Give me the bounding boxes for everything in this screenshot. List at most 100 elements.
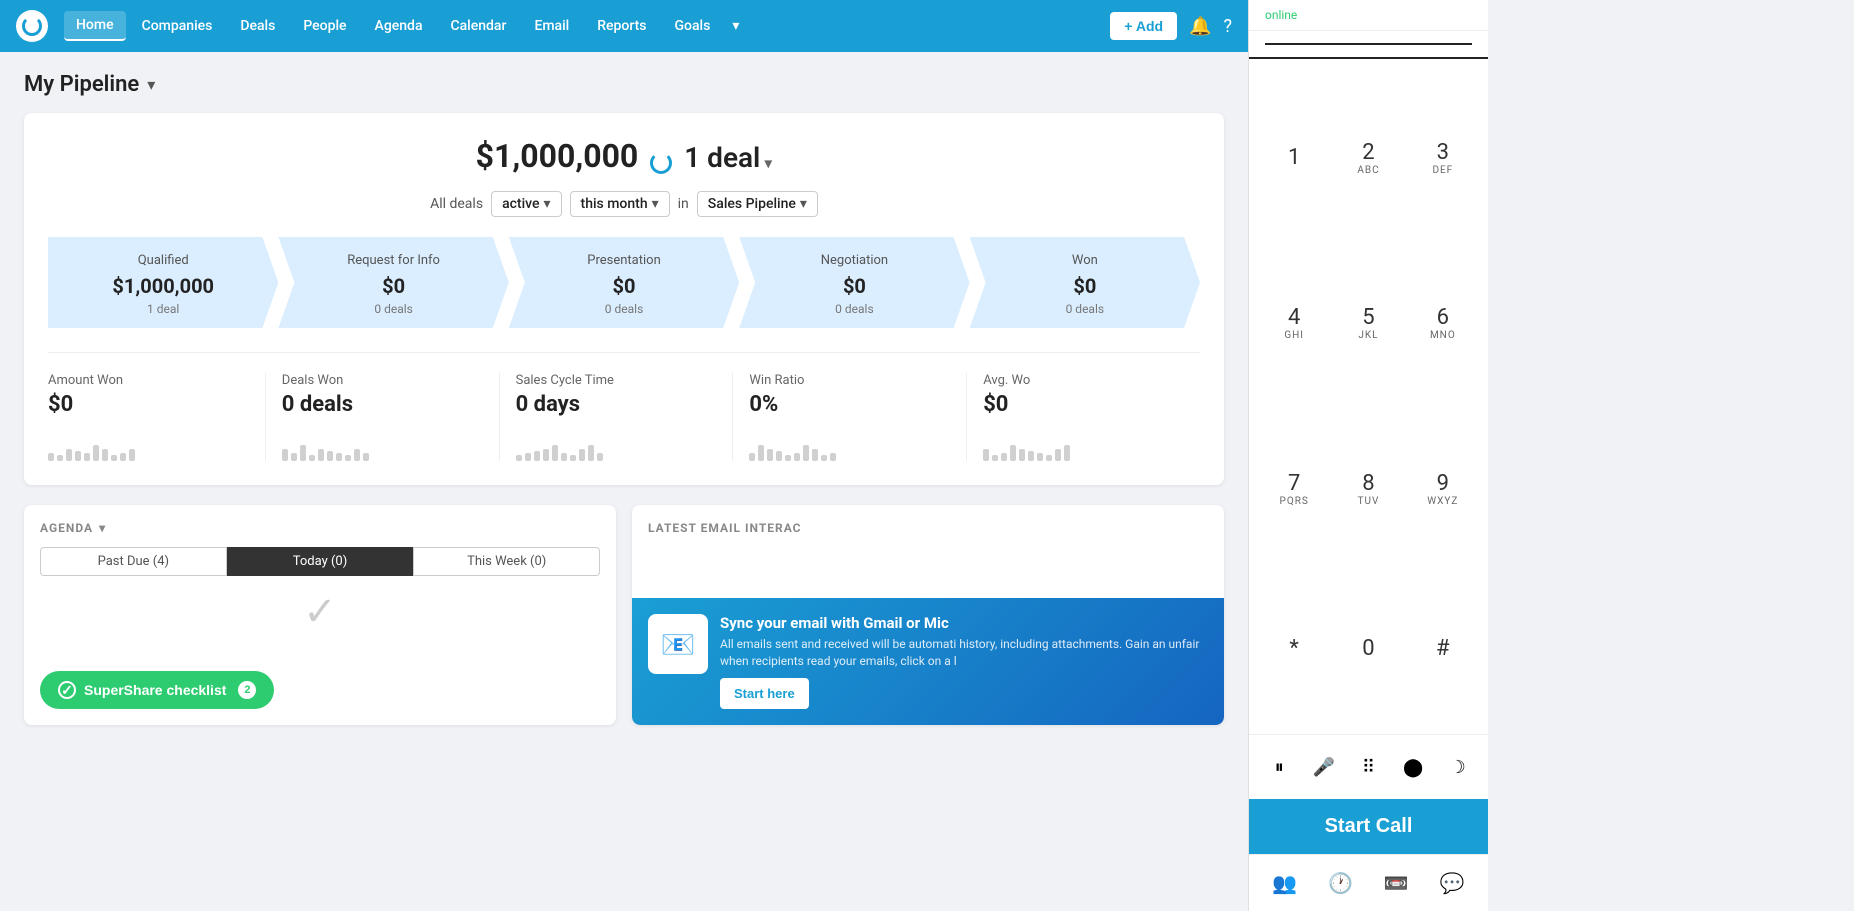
stage-negotiation[interactable]: Negotiation $0 0 deals	[739, 237, 969, 328]
keypad-button[interactable]: ⠿	[1348, 747, 1388, 787]
dial-key-5[interactable]: 5 JKL	[1331, 241, 1405, 407]
nav-agenda[interactable]: Agenda	[363, 12, 435, 40]
stage-amount: $0	[982, 274, 1188, 298]
stat-value: 0%	[749, 392, 950, 417]
email-card: LATEST EMAIL INTERAC 📧 Sync your email w…	[632, 505, 1224, 725]
stage-deals: 0 deals	[290, 302, 496, 316]
stage-won[interactable]: Won $0 0 deals	[970, 237, 1200, 328]
agenda-tab-this-week[interactable]: This Week (0)	[413, 547, 600, 576]
chat-icon: 💬	[1440, 871, 1465, 895]
stat-amount-won: Amount Won $0	[48, 373, 266, 461]
supershare-checklist-button[interactable]: ✓ SuperShare checklist 2	[40, 671, 274, 709]
stage-amount: $0	[751, 274, 957, 298]
top-nav: Home Companies Deals People Agenda Calen…	[0, 0, 1248, 52]
email-start-here-button[interactable]: Start here	[720, 678, 809, 709]
nav-deals[interactable]: Deals	[228, 12, 287, 40]
agenda-tab-past-due[interactable]: Past Due (4)	[40, 547, 227, 576]
dial-key-7[interactable]: 7 PQRS	[1257, 406, 1331, 572]
stage-name: Request for Info	[290, 253, 496, 268]
stat-value: 0 days	[516, 392, 717, 417]
stat-deals-won: Deals Won 0 deals	[266, 373, 500, 461]
pipeline-title: My Pipeline	[24, 72, 139, 97]
loading-spinner	[650, 152, 672, 174]
stat-avg-wo: Avg. Wo $0	[967, 373, 1200, 461]
stage-amount: $0	[521, 274, 727, 298]
notification-icon[interactable]: 🔔	[1189, 16, 1211, 37]
phone-input-area	[1249, 31, 1488, 59]
stage-deals: 0 deals	[982, 302, 1188, 316]
stat-value: $0	[983, 392, 1184, 417]
dial-key-0[interactable]: 0	[1331, 572, 1405, 727]
pipeline-dropdown-icon[interactable]: ▾	[147, 75, 155, 94]
email-notif-title: Sync your email with Gmail or Mic	[720, 614, 1208, 632]
stat-label: Deals Won	[282, 373, 483, 388]
dial-key-4[interactable]: 4 GHI	[1257, 241, 1331, 407]
dial-key-9[interactable]: 9 WXYZ	[1406, 406, 1480, 572]
stat-label: Avg. Wo	[983, 373, 1184, 388]
nav-companies[interactable]: Companies	[130, 12, 225, 40]
stat-value: $0	[48, 392, 249, 417]
dial-key-3[interactable]: 3 DEF	[1406, 75, 1480, 241]
stat-label: Sales Cycle Time	[516, 373, 717, 388]
start-call-button[interactable]: Start Call	[1249, 799, 1488, 854]
email-notif-content: Sync your email with Gmail or Mic All em…	[720, 614, 1208, 709]
stage-deals: 0 deals	[521, 302, 727, 316]
pause-button[interactable]: ⏸	[1259, 747, 1299, 787]
moon-button[interactable]: ☽	[1438, 747, 1478, 787]
dial-key-hash[interactable]: #	[1406, 572, 1480, 727]
speaker-button[interactable]: ⬤	[1393, 747, 1433, 787]
nav-home[interactable]: Home	[64, 11, 126, 41]
phone-bottom-nav: 👥 🕐 📼 💬	[1249, 854, 1488, 911]
period-filter-dropdown[interactable]: this month ▾	[570, 191, 670, 217]
nav-goals[interactable]: Goals	[663, 12, 723, 40]
email-section-title: LATEST EMAIL INTERAC	[648, 521, 802, 535]
email-icon: 📧	[648, 614, 708, 674]
pipeline-card: $1,000,000 1 deal ▾ All deals active ▾ t…	[24, 113, 1224, 485]
filter-in-label: in	[678, 196, 689, 212]
contacts-nav-button[interactable]: 👥	[1264, 867, 1305, 899]
nav-reports[interactable]: Reports	[585, 12, 658, 40]
dial-grid: 1 2 ABC 3 DEF 4 GHI 5 JKL 6 MNO 7 PQRS 8	[1249, 67, 1488, 734]
stage-name: Qualified	[60, 253, 266, 268]
phone-panel: online 1 2 ABC 3 DEF 4 GHI 5 JKL 6 MNO 7	[1248, 0, 1488, 911]
stage-name: Won	[982, 253, 1188, 268]
dial-key-2[interactable]: 2 ABC	[1331, 75, 1405, 241]
dial-key-1[interactable]: 1	[1257, 75, 1331, 241]
email-notification-banner: 📧 Sync your email with Gmail or Mic All …	[632, 598, 1224, 725]
logo[interactable]	[16, 10, 48, 42]
voicemail-nav-button[interactable]: 📼	[1376, 867, 1417, 899]
pipeline-filter-dropdown[interactable]: Sales Pipeline ▾	[697, 191, 818, 217]
mute-button[interactable]: 🎤	[1304, 747, 1344, 787]
agenda-dropdown-icon[interactable]: ▾	[99, 521, 106, 535]
deal-amount: $1,000,000	[476, 137, 639, 175]
help-icon[interactable]: ?	[1223, 16, 1232, 37]
stage-request-info[interactable]: Request for Info $0 0 deals	[278, 237, 508, 328]
add-button[interactable]: + Add	[1110, 12, 1177, 40]
dial-key-6[interactable]: 6 MNO	[1406, 241, 1480, 407]
status-filter-dropdown[interactable]: active ▾	[491, 191, 561, 217]
stage-presentation[interactable]: Presentation $0 0 deals	[509, 237, 739, 328]
stat-label: Amount Won	[48, 373, 249, 388]
nav-more-icon[interactable]: ▾	[726, 12, 745, 40]
stage-qualified[interactable]: Qualified $1,000,000 1 deal	[48, 237, 278, 328]
dial-key-8[interactable]: 8 TUV	[1331, 406, 1405, 572]
nav-calendar[interactable]: Calendar	[439, 12, 519, 40]
email-notif-desc: All emails sent and received will be aut…	[720, 636, 1208, 670]
contacts-icon: 👥	[1272, 871, 1297, 895]
nav-people[interactable]: People	[291, 12, 358, 40]
filter-all-label: All deals	[430, 196, 483, 212]
phone-controls: ⏸ 🎤 ⠿ ⬤ ☽	[1249, 734, 1488, 799]
stat-label: Win Ratio	[749, 373, 950, 388]
voicemail-icon: 📼	[1384, 871, 1409, 895]
agenda-section-title: AGENDA	[40, 521, 93, 535]
stage-amount: $1,000,000	[60, 274, 266, 298]
nav-email[interactable]: Email	[522, 12, 581, 40]
stage-name: Presentation	[521, 253, 727, 268]
agenda-card: AGENDA ▾ Past Due (4) Today (0) This Wee…	[24, 505, 616, 725]
chat-nav-button[interactable]: 💬	[1432, 867, 1473, 899]
deal-count: 1 deal	[684, 141, 760, 174]
deal-count-dropdown-icon[interactable]: ▾	[764, 153, 772, 172]
recent-calls-nav-button[interactable]: 🕐	[1320, 867, 1361, 899]
dial-key-star[interactable]: *	[1257, 572, 1331, 727]
agenda-tab-today[interactable]: Today (0)	[227, 547, 414, 576]
